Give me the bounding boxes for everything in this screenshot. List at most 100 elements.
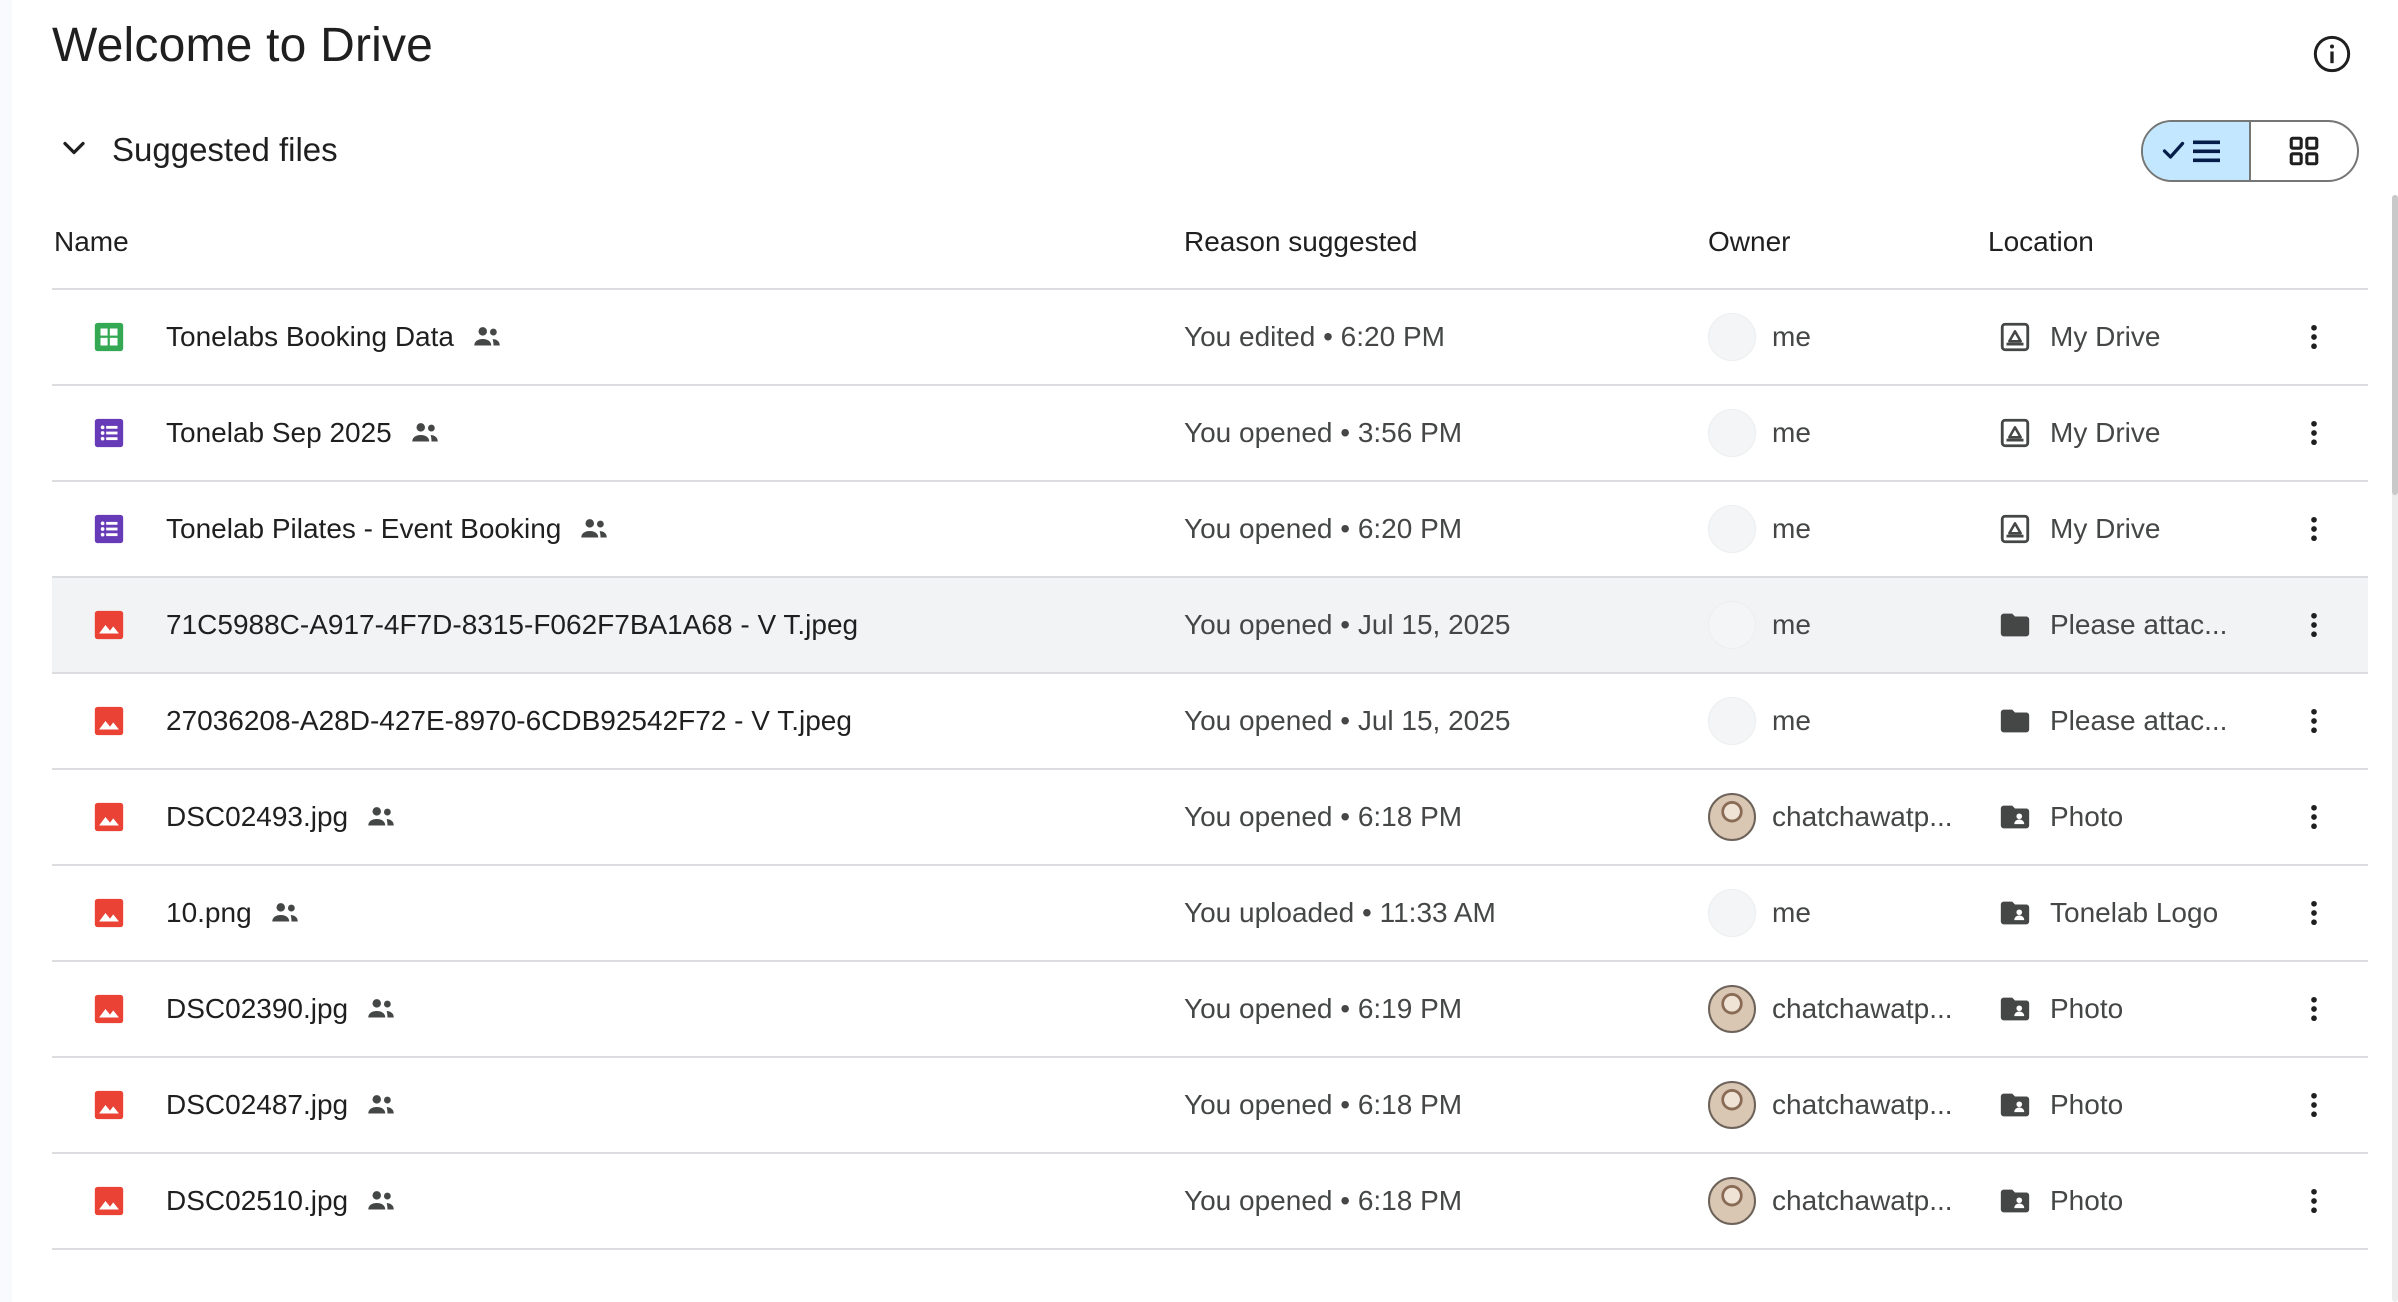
more-actions-icon[interactable]: [2296, 962, 2332, 1056]
forms-icon: [92, 386, 126, 480]
chevron-down-icon[interactable]: [56, 130, 92, 166]
table-row[interactable]: DSC02493.jpg You opened • 6:18 PM chatchaw…: [52, 770, 2368, 866]
location-cell[interactable]: Photo: [1998, 1058, 2123, 1152]
table-row[interactable]: DSC02487.jpg You opened • 6:18 PM chatchaw…: [52, 1058, 2368, 1154]
more-actions-icon[interactable]: [2296, 1058, 2332, 1152]
shared-icon: [268, 896, 302, 930]
location-cell[interactable]: Please attac...: [1998, 674, 2227, 768]
more-actions-icon[interactable]: [2296, 578, 2332, 672]
owner-name: chatchawatp...: [1772, 993, 1953, 1024]
table-row[interactable]: 71C5988C-A917-4F7D-8315-F062F7BA1A68 - V…: [52, 578, 2368, 674]
location-name: Photo: [2050, 993, 2124, 1024]
more-actions-icon[interactable]: [2296, 386, 2332, 480]
owner-name: chatchawatp...: [1772, 1089, 1953, 1120]
location-name: Photo: [2050, 1089, 2124, 1120]
file-name-cell[interactable]: Tonelabs Booking Data: [166, 290, 504, 384]
owner-cell: me: [1708, 866, 1811, 960]
info-icon[interactable]: [2312, 34, 2352, 74]
reason-suggested: You opened • 6:20 PM: [1184, 513, 1463, 544]
shared-folder-icon: [1998, 1088, 2032, 1122]
folder-icon: [1998, 608, 2032, 642]
more-actions-icon[interactable]: [2296, 674, 2332, 768]
location-cell[interactable]: Photo: [1998, 1154, 2123, 1248]
reason-suggested: You opened • 6:18 PM: [1184, 801, 1463, 832]
more-actions-icon[interactable]: [2296, 290, 2332, 384]
section-title[interactable]: Suggested files: [112, 131, 338, 169]
sidebar-edge: [0, 0, 12, 1302]
table-row[interactable]: DSC02510.jpg You opened • 6:18 PM chatchaw…: [52, 1154, 2368, 1250]
table-row[interactable]: 27036208-A28D-427E-8970-6CDB92542F72 - V…: [52, 674, 2368, 770]
list-view-icon: [2162, 140, 2220, 163]
my-drive-icon: [1998, 320, 2032, 354]
more-actions-icon[interactable]: [2296, 482, 2332, 576]
file-name: DSC02510.jpg: [166, 1185, 349, 1216]
owner-name: me: [1772, 321, 1811, 352]
table-header: Name Reason suggested Owner Location: [52, 222, 2368, 290]
reason-suggested: You opened • 6:18 PM: [1184, 1185, 1463, 1216]
column-header-owner: Owner: [1708, 226, 1791, 257]
shared-icon: [577, 512, 611, 546]
owner-cell: me: [1708, 290, 1811, 384]
more-actions-icon[interactable]: [2296, 866, 2332, 960]
avatar: [1708, 1177, 1756, 1225]
image-icon: [92, 1058, 126, 1152]
scrollbar-thumb[interactable]: [2392, 195, 2398, 495]
image-icon: [92, 1154, 126, 1248]
table-row[interactable]: Tonelab Pilates - Event Booking You opene…: [52, 482, 2368, 578]
reason-suggested: You opened • 6:18 PM: [1184, 1089, 1463, 1120]
file-name-cell[interactable]: 71C5988C-A917-4F7D-8315-F062F7BA1A68 - V…: [166, 578, 858, 672]
avatar: [1708, 697, 1756, 745]
file-name-cell[interactable]: 27036208-A28D-427E-8970-6CDB92542F72 - V…: [166, 674, 852, 768]
file-name: DSC02390.jpg: [166, 993, 349, 1024]
image-icon: [92, 866, 126, 960]
location-cell[interactable]: My Drive: [1998, 386, 2160, 480]
more-actions-icon[interactable]: [2296, 770, 2332, 864]
shared-folder-icon: [1998, 992, 2032, 1026]
table-row[interactable]: Tonelab Sep 2025 You opened • 3:56 PM me My…: [52, 386, 2368, 482]
shared-icon: [364, 800, 398, 834]
forms-icon: [92, 482, 126, 576]
sheets-icon: [92, 290, 126, 384]
avatar: [1708, 985, 1756, 1033]
file-name-cell[interactable]: DSC02493.jpg: [166, 770, 398, 864]
shared-icon: [364, 1184, 398, 1218]
owner-cell: chatchawatp...: [1708, 1154, 1953, 1248]
file-name-cell[interactable]: Tonelab Pilates - Event Booking: [166, 482, 611, 576]
view-toggle[interactable]: [2141, 120, 2359, 182]
location-cell[interactable]: Tonelab Logo: [1998, 866, 2218, 960]
location-cell[interactable]: My Drive: [1998, 290, 2160, 384]
file-name: Tonelabs Booking Data: [166, 321, 454, 352]
owner-name: me: [1772, 513, 1811, 544]
column-header-name[interactable]: Name: [54, 226, 129, 258]
location-cell[interactable]: Photo: [1998, 770, 2123, 864]
avatar: [1708, 601, 1756, 649]
owner-cell: chatchawatp...: [1708, 1058, 1953, 1152]
file-name-cell[interactable]: Tonelab Sep 2025: [166, 386, 442, 480]
table-row[interactable]: Tonelabs Booking Data You edited • 6:20 P…: [52, 290, 2368, 386]
owner-name: me: [1772, 705, 1811, 736]
location-cell[interactable]: Photo: [1998, 962, 2123, 1056]
location-cell[interactable]: Please attac...: [1998, 578, 2227, 672]
shared-icon: [364, 1088, 398, 1122]
file-name-cell[interactable]: DSC02487.jpg: [166, 1058, 398, 1152]
file-name-cell[interactable]: DSC02390.jpg: [166, 962, 398, 1056]
location-cell[interactable]: My Drive: [1998, 482, 2160, 576]
column-header-reason: Reason suggested: [1184, 226, 1418, 257]
owner-name: me: [1772, 609, 1811, 640]
file-name: Tonelab Pilates - Event Booking: [166, 513, 562, 544]
list-view-button[interactable]: [2143, 122, 2251, 180]
grid-view-button[interactable]: [2251, 122, 2357, 180]
file-name-cell[interactable]: DSC02510.jpg: [166, 1154, 398, 1248]
reason-suggested: You opened • Jul 15, 2025: [1184, 705, 1511, 736]
grid-view-icon: [2289, 136, 2319, 166]
table-row[interactable]: DSC02390.jpg You opened • 6:19 PM chatchaw…: [52, 962, 2368, 1058]
my-drive-icon: [1998, 512, 2032, 546]
image-icon: [92, 578, 126, 672]
owner-name: chatchawatp...: [1772, 801, 1953, 832]
more-actions-icon[interactable]: [2296, 1154, 2332, 1248]
location-name: My Drive: [2050, 417, 2161, 448]
file-name-cell[interactable]: 10.png: [166, 866, 302, 960]
avatar: [1708, 313, 1756, 361]
location-name: Photo: [2050, 1185, 2124, 1216]
table-row[interactable]: 10.png You uploaded • 11:33 AM me Tonelab L…: [52, 866, 2368, 962]
